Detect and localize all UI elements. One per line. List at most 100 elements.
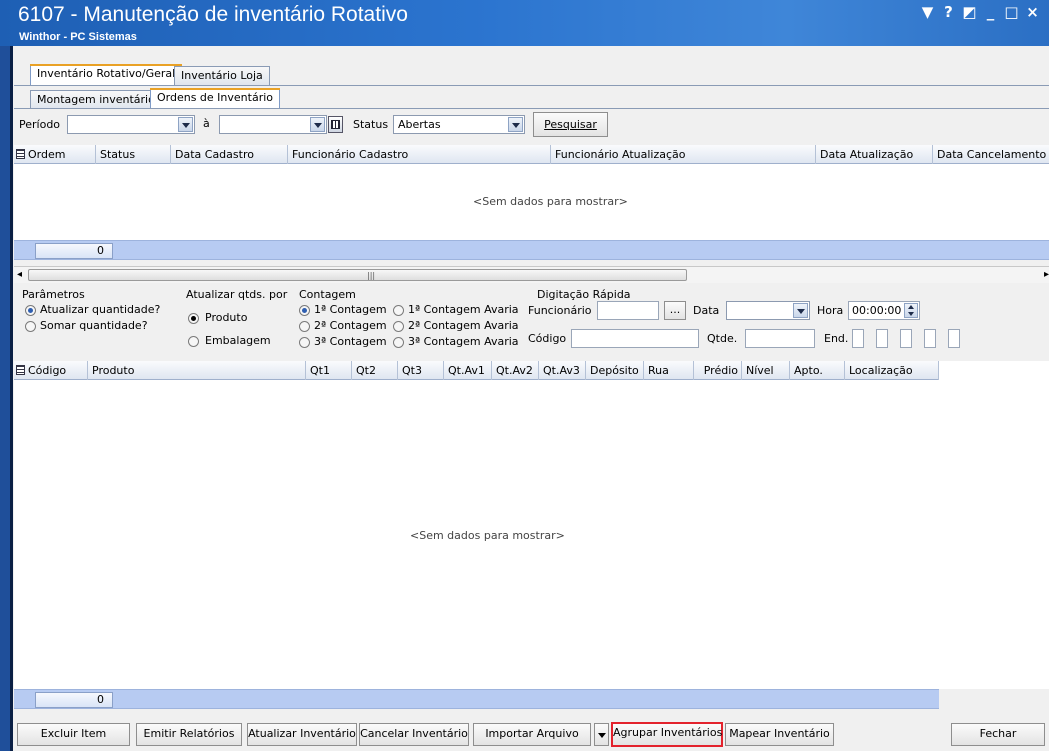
pesquisar-button[interactable]: Pesquisar <box>533 112 608 137</box>
items-empty-message: <Sem dados para mostrar> <box>410 529 565 542</box>
radio-embalagem[interactable] <box>188 336 199 347</box>
col-localizacao[interactable]: Localização <box>845 361 939 380</box>
maximize-icon[interactable]: □ <box>1001 3 1022 21</box>
end-rua-input[interactable] <box>852 329 864 348</box>
help-icon[interactable]: ? <box>938 3 959 21</box>
col-codigo[interactable]: Código <box>14 361 88 380</box>
end-apto-input[interactable] <box>924 329 936 348</box>
chevron-down-icon[interactable] <box>178 117 193 132</box>
atualizar-quantidade-label[interactable]: Atualizar quantidade? <box>40 303 160 316</box>
left-frame-edge <box>10 46 13 751</box>
orders-hscrollbar[interactable]: ◂ ||| ▸ <box>14 266 1049 283</box>
orders-count: 0 <box>35 243 113 259</box>
funcionario-lookup-button[interactable]: ... <box>664 301 686 320</box>
chevron-down-icon[interactable] <box>793 303 808 318</box>
radio-produto[interactable] <box>188 313 199 324</box>
radio-2a-contagem[interactable] <box>299 321 310 332</box>
grid-menu-icon[interactable] <box>16 365 25 375</box>
col-deposito[interactable]: Depósito <box>586 361 644 380</box>
col-nivel[interactable]: Nível <box>742 361 790 380</box>
restore-layout-icon[interactable]: ◩ <box>959 3 980 21</box>
agrupar-inventarios-button[interactable]: Agrupar Inventários <box>611 722 723 747</box>
col-ordem[interactable]: Ordem <box>14 145 96 164</box>
scroll-right-icon[interactable]: ▸ <box>1044 269 1049 280</box>
left-frame <box>0 46 10 751</box>
end-nivel-input[interactable] <box>900 329 912 348</box>
minimize-icon[interactable]: _ <box>980 3 1001 21</box>
cancelar-inventario-button[interactable]: Cancelar Inventário <box>359 723 469 746</box>
menu-dropdown-icon[interactable]: ▼ <box>917 3 938 21</box>
scroll-left-icon[interactable]: ◂ <box>17 269 22 280</box>
col-predio[interactable]: Prédio <box>694 361 742 380</box>
embalagem-label[interactable]: Embalagem <box>205 334 271 347</box>
col-data-atualizacao[interactable]: Data Atualização <box>816 145 933 164</box>
importar-arquivo-button[interactable]: Importar Arquivo <box>473 723 591 746</box>
radio-somar-quantidade[interactable] <box>25 321 36 332</box>
periodo-to-date[interactable] <box>219 115 327 134</box>
1a-contagem-avaria-label[interactable]: 1ª Contagem Avaria <box>408 303 519 316</box>
importar-arquivo-dropdown[interactable] <box>594 723 609 746</box>
hora-input[interactable]: 00:00:00 <box>848 301 920 320</box>
tab-montagem-inventario[interactable]: Montagem inventário <box>30 90 162 109</box>
mapear-inventario-button[interactable]: Mapear Inventário <box>725 723 834 746</box>
tab-inventario-loja[interactable]: Inventário Loja <box>174 66 270 85</box>
excluir-item-button[interactable]: Excluir Item <box>17 723 130 746</box>
1a-contagem-label[interactable]: 1ª Contagem <box>314 303 387 316</box>
col-qtav3[interactable]: Qt.Av3 <box>539 361 586 380</box>
col-qtav2[interactable]: Qt.Av2 <box>492 361 539 380</box>
close-icon[interactable]: × <box>1022 3 1043 21</box>
status-select[interactable]: Abertas <box>393 115 525 134</box>
3a-contagem-label[interactable]: 3ª Contagem <box>314 335 387 348</box>
col-data-cancelamento[interactable]: Data Cancelamento <box>933 145 1049 164</box>
radio-1a-contagem-avaria[interactable] <box>393 305 404 316</box>
col-qt2[interactable]: Qt2 <box>352 361 398 380</box>
col-data-cadastro[interactable]: Data Cadastro <box>171 145 288 164</box>
hora-spinner[interactable] <box>904 303 918 318</box>
radio-2a-contagem-avaria[interactable] <box>393 321 404 332</box>
funcionario-input[interactable] <box>597 301 659 320</box>
mapear-inventario-label: Mapear Inventário <box>729 727 830 740</box>
fechar-button[interactable]: Fechar <box>951 723 1045 746</box>
col-funcionario-atualizacao[interactable]: Funcionário Atualização <box>551 145 816 164</box>
agrupar-inventarios-label: Agrupar Inventários <box>613 726 723 739</box>
grid-menu-icon[interactable] <box>16 149 25 159</box>
calendar-icon[interactable] <box>328 116 343 133</box>
orders-grid[interactable]: Ordem Status Data Cadastro Funcionário C… <box>14 145 1049 240</box>
col-produto[interactable]: Produto <box>88 361 306 380</box>
produto-label[interactable]: Produto <box>205 311 247 324</box>
3a-contagem-avaria-label[interactable]: 3ª Contagem Avaria <box>408 335 519 348</box>
codigo-input[interactable] <box>571 329 699 348</box>
radio-3a-contagem[interactable] <box>299 337 310 348</box>
qtde-input[interactable] <box>745 329 815 348</box>
data-select[interactable] <box>726 301 810 320</box>
scroll-thumb[interactable]: ||| <box>28 269 687 281</box>
tab-ordens-de-inventario[interactable]: Ordens de Inventário <box>150 88 281 109</box>
end-predio-input[interactable] <box>876 329 888 348</box>
col-apto[interactable]: Apto. <box>790 361 845 380</box>
pesquisar-label: Pesquisar <box>544 118 597 131</box>
somar-quantidade-label[interactable]: Somar quantidade? <box>40 319 148 332</box>
radio-atualizar-quantidade[interactable] <box>25 305 36 316</box>
col-rua[interactable]: Rua <box>644 361 694 380</box>
window-controls: ▼? ◩ _ □ × <box>917 3 1043 21</box>
radio-1a-contagem[interactable] <box>299 305 310 316</box>
col-qt3[interactable]: Qt3 <box>398 361 444 380</box>
col-funcionario-cadastro[interactable]: Funcionário Cadastro <box>288 145 551 164</box>
col-qtav1[interactable]: Qt.Av1 <box>444 361 492 380</box>
chevron-down-icon[interactable] <box>508 117 523 132</box>
title-bar: 6107 - Manutenção de inventário Rotativo… <box>0 0 1049 46</box>
importar-arquivo-label: Importar Arquivo <box>485 727 579 740</box>
atualizar-inventario-button[interactable]: Atualizar Inventário <box>247 723 357 746</box>
items-grid[interactable]: Código Produto Qt1 Qt2 Qt3 Qt.Av1 Qt.Av2… <box>14 361 1049 689</box>
orders-grid-header: Ordem Status Data Cadastro Funcionário C… <box>14 145 1049 164</box>
end-extra-input[interactable] <box>948 329 960 348</box>
2a-contagem-label[interactable]: 2ª Contagem <box>314 319 387 332</box>
radio-3a-contagem-avaria[interactable] <box>393 337 404 348</box>
tab-inventario-rotativo-geral[interactable]: Inventário Rotativo/Geral <box>30 64 183 85</box>
periodo-from-date[interactable] <box>67 115 195 134</box>
col-qt1[interactable]: Qt1 <box>306 361 352 380</box>
emitir-relatorios-button[interactable]: Emitir Relatórios <box>136 723 242 746</box>
col-status[interactable]: Status <box>96 145 171 164</box>
2a-contagem-avaria-label[interactable]: 2ª Contagem Avaria <box>408 319 519 332</box>
chevron-down-icon[interactable] <box>310 117 325 132</box>
